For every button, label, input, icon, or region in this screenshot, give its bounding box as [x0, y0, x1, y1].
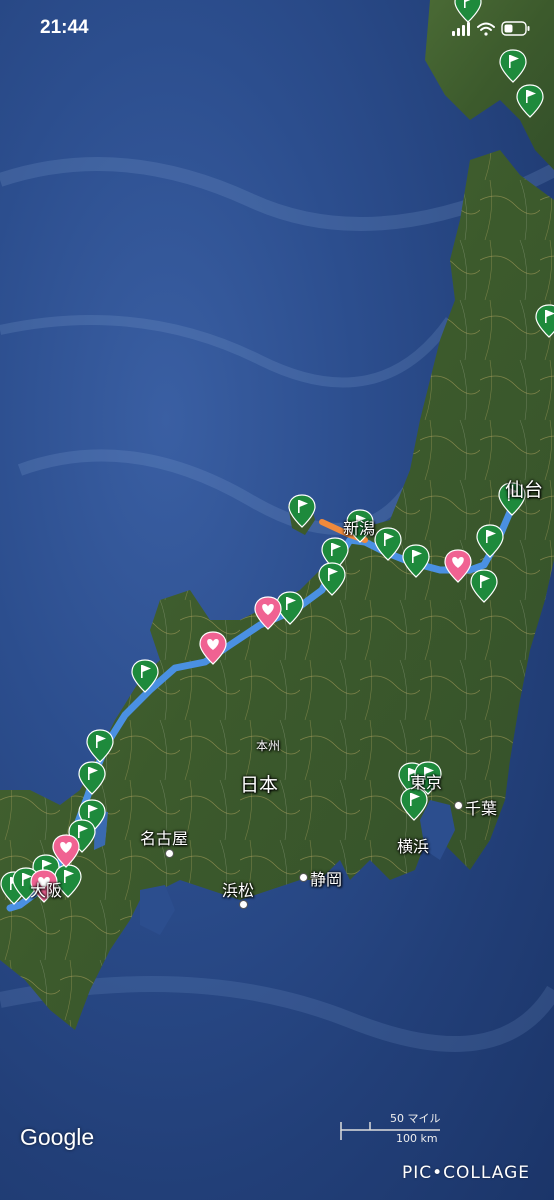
- battery-icon: [501, 21, 530, 36]
- wifi-icon: [477, 22, 495, 36]
- city-label-sendai[interactable]: 仙台: [505, 475, 543, 502]
- city-dot-shizuoka: [299, 873, 308, 882]
- city-dot-chiba: [454, 801, 463, 810]
- map-screen: 21:44 仙台 新潟 本州 日本 東京 千葉 横浜 名古屋 浜松 静岡 大阪 …: [0, 0, 554, 1200]
- city-dot-nagoya: [165, 849, 174, 858]
- ise-bay: [140, 885, 175, 935]
- city-label-yokohama[interactable]: 横浜: [397, 833, 429, 857]
- city-dot-hamamatsu: [239, 900, 248, 909]
- status-icons-svg: [452, 21, 530, 36]
- map-canvas[interactable]: [0, 0, 554, 1200]
- status-icons: [452, 20, 532, 42]
- google-logo: Google: [20, 1124, 95, 1150]
- city-label-niigata[interactable]: 新潟: [343, 515, 375, 539]
- scale-imperial: 50 マイル: [390, 1112, 441, 1125]
- city-label-tokyo[interactable]: 東京: [410, 769, 442, 793]
- city-label-chiba[interactable]: 千葉: [465, 795, 497, 819]
- country-label-japan: 日本: [240, 774, 279, 796]
- scale-metric: 100 km: [396, 1132, 438, 1145]
- city-label-hamamatsu[interactable]: 浜松: [222, 877, 254, 901]
- region-label-honshu: 本州: [256, 739, 281, 753]
- status-time: 21:44: [40, 17, 89, 38]
- city-label-osaka[interactable]: 大阪: [30, 877, 62, 901]
- city-label-shizuoka[interactable]: 静岡: [310, 866, 342, 890]
- city-label-nagoya[interactable]: 名古屋: [140, 825, 188, 849]
- collage-watermark: PIC•COLLAGE: [402, 1163, 530, 1183]
- cellular-signal-icon: [452, 22, 470, 36]
- status-bar: 21:44: [0, 0, 554, 56]
